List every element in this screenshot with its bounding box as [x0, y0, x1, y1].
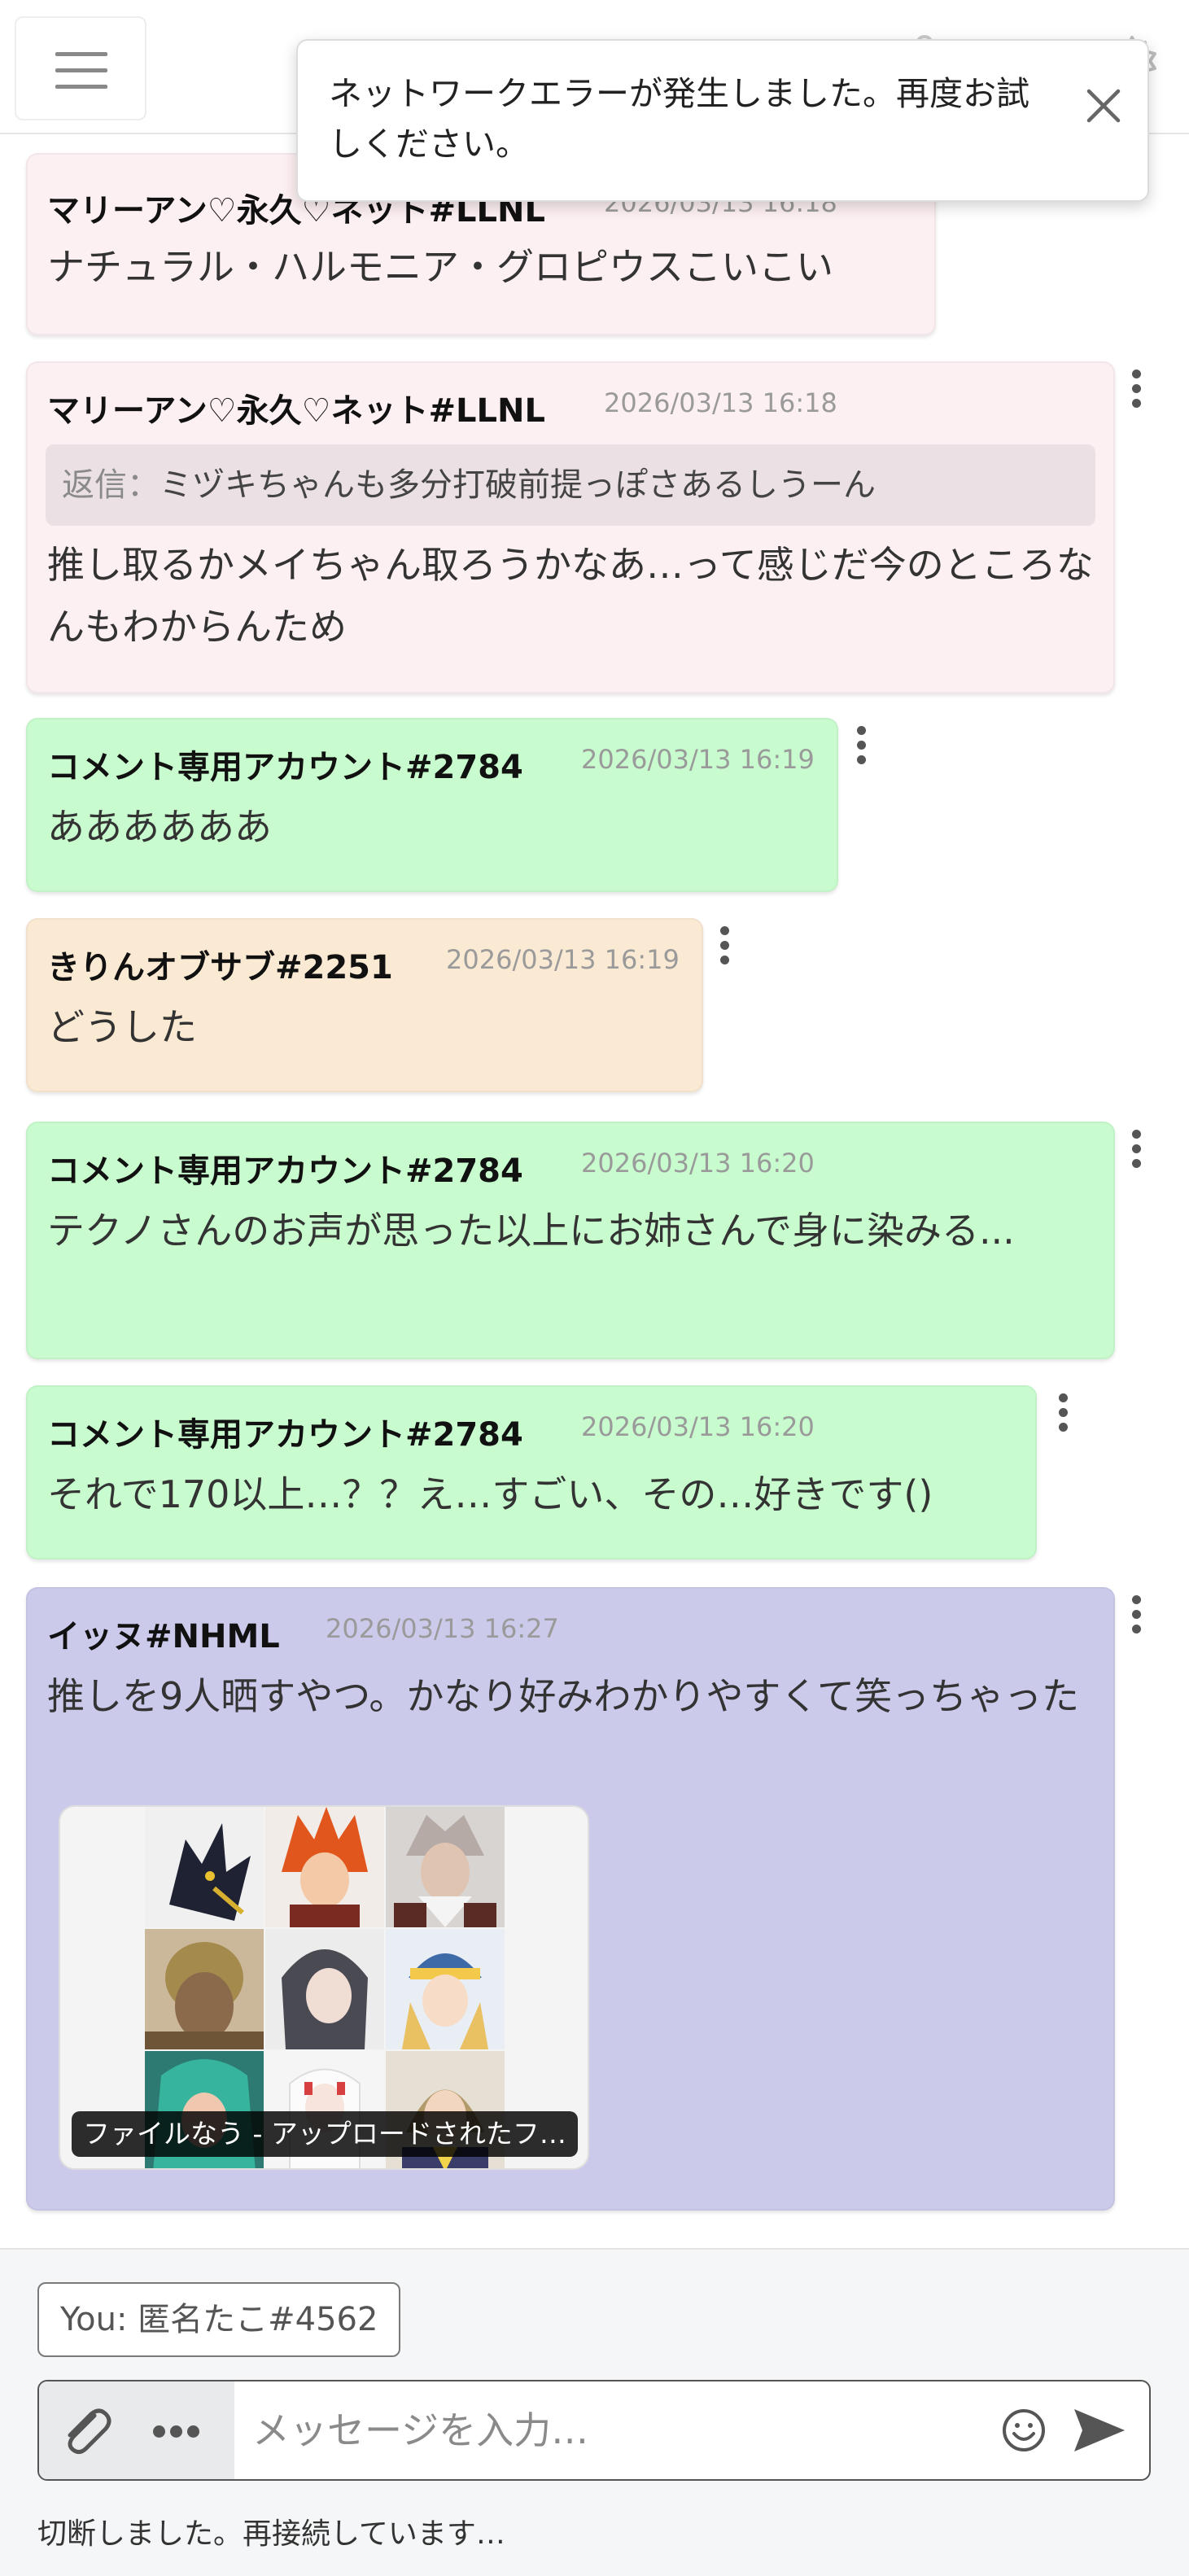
message-timestamp: 2026/03/13 16:27	[326, 1613, 559, 1644]
character-thumbnail	[145, 1929, 264, 2049]
toast-message: ネットワークエラーが発生しました。再度お試しください。	[329, 74, 1029, 164]
chat-message: コメント専用アカウント#2784 2026/03/13 16:20 テクノさんの…	[26, 1122, 1115, 1359]
message-options-icon[interactable]	[1128, 370, 1144, 418]
message-author: マリーアン♡永久♡ネット#LLNL	[47, 392, 545, 430]
message-timestamp: 2026/03/13 16:20	[581, 1411, 815, 1442]
message-text: それで170以上…？？え…すごい、その…好きです()	[47, 1472, 933, 1516]
character-thumbnail	[386, 1929, 505, 2049]
message-author: コメント専用アカウント#2784	[47, 749, 523, 786]
send-icon[interactable]	[1071, 2404, 1128, 2456]
message-options-icon[interactable]	[1055, 1393, 1071, 1442]
message-author: コメント専用アカウント#2784	[47, 1416, 523, 1454]
reply-text: ミヅキちゃんも多分打破前提っぽさあるしうーん	[160, 466, 876, 504]
message-timestamp: 2026/03/13 16:19	[446, 944, 680, 975]
reply-quote[interactable]: 返信：ミヅキちゃんも多分打破前提っぽさあるしうーん	[46, 444, 1095, 526]
message-text: テクノさんのお声が思った以上にお姉さんで身に染みる...	[47, 1209, 1015, 1253]
network-error-toast: ネットワークエラーが発生しました。再度お試しください。	[296, 39, 1149, 202]
reply-label: 返信：	[62, 466, 160, 504]
message-author: コメント専用アカウント#2784	[47, 1152, 523, 1190]
current-user-badge[interactable]: You: 匿名たこ#4562	[37, 2282, 401, 2357]
character-thumbnail	[145, 1807, 264, 1927]
message-text: ああああああ	[47, 805, 272, 849]
message-options-icon[interactable]	[716, 926, 732, 975]
character-thumbnail	[265, 1929, 384, 2049]
menu-line	[55, 68, 107, 72]
message-author: イッヌ#NHML	[47, 1618, 280, 1655]
image-attachment[interactable]: ファイルなう - アップロードされたフ…	[59, 1805, 589, 2170]
menu-line	[55, 52, 107, 56]
message-timestamp: 2026/03/13 16:18	[604, 387, 837, 418]
character-thumbnail	[386, 1807, 505, 1927]
paperclip-icon[interactable]	[55, 2399, 117, 2461]
chat-message: イッヌ#NHML 2026/03/13 16:27 推しを9人晒すやつ。かなり好…	[26, 1587, 1115, 2211]
message-text: 推し取るかメイちゃん取ろうかなあ…って感じだ今のところなんもわからんため	[47, 543, 1094, 649]
chat-message: コメント専用アカウント#2784 2026/03/13 16:19 ああああああ	[26, 718, 838, 892]
more-options-icon[interactable]	[153, 2425, 204, 2438]
emoji-icon[interactable]	[999, 2406, 1048, 2455]
message-options-icon[interactable]	[1128, 1595, 1144, 1644]
message-options-icon[interactable]	[1128, 1130, 1144, 1179]
attachment-caption: ファイルなう - アップロードされたフ…	[72, 2111, 578, 2157]
chat-message: マリーアン♡永久♡ネット#LLNL 2026/03/13 16:18 返信：ミヅ…	[26, 361, 1115, 693]
chat-message: きりんオブサブ#2251 2026/03/13 16:19 どうした	[26, 918, 703, 1092]
message-text: 推しを9人晒すやつ。かなり好みわかりやすくて笑っちゃった	[47, 1674, 1080, 1718]
message-timestamp: 2026/03/13 16:20	[581, 1148, 815, 1179]
connection-status: 切断しました。再接続しています…	[37, 2517, 505, 2551]
hamburger-menu-button[interactable]	[15, 16, 146, 120]
close-icon[interactable]	[1078, 80, 1130, 132]
message-options-icon[interactable]	[853, 726, 869, 775]
menu-line	[55, 85, 107, 89]
composer-tools	[39, 2381, 234, 2479]
message-text: ナチュラル・ハルモニア・グロピウスこいこい	[47, 245, 833, 289]
message-timestamp: 2026/03/13 16:19	[581, 744, 815, 775]
message-author: きりんオブサブ#2251	[47, 949, 393, 986]
chat-footer: You: 匿名たこ#4562 切断しました。再接続しています…	[0, 2248, 1189, 2576]
message-text: どうした	[47, 1005, 197, 1049]
character-thumbnail	[265, 1807, 384, 1927]
message-composer	[37, 2380, 1151, 2481]
message-input[interactable]	[252, 2381, 985, 2479]
chat-message: コメント専用アカウント#2784 2026/03/13 16:20 それで170…	[26, 1385, 1037, 1559]
